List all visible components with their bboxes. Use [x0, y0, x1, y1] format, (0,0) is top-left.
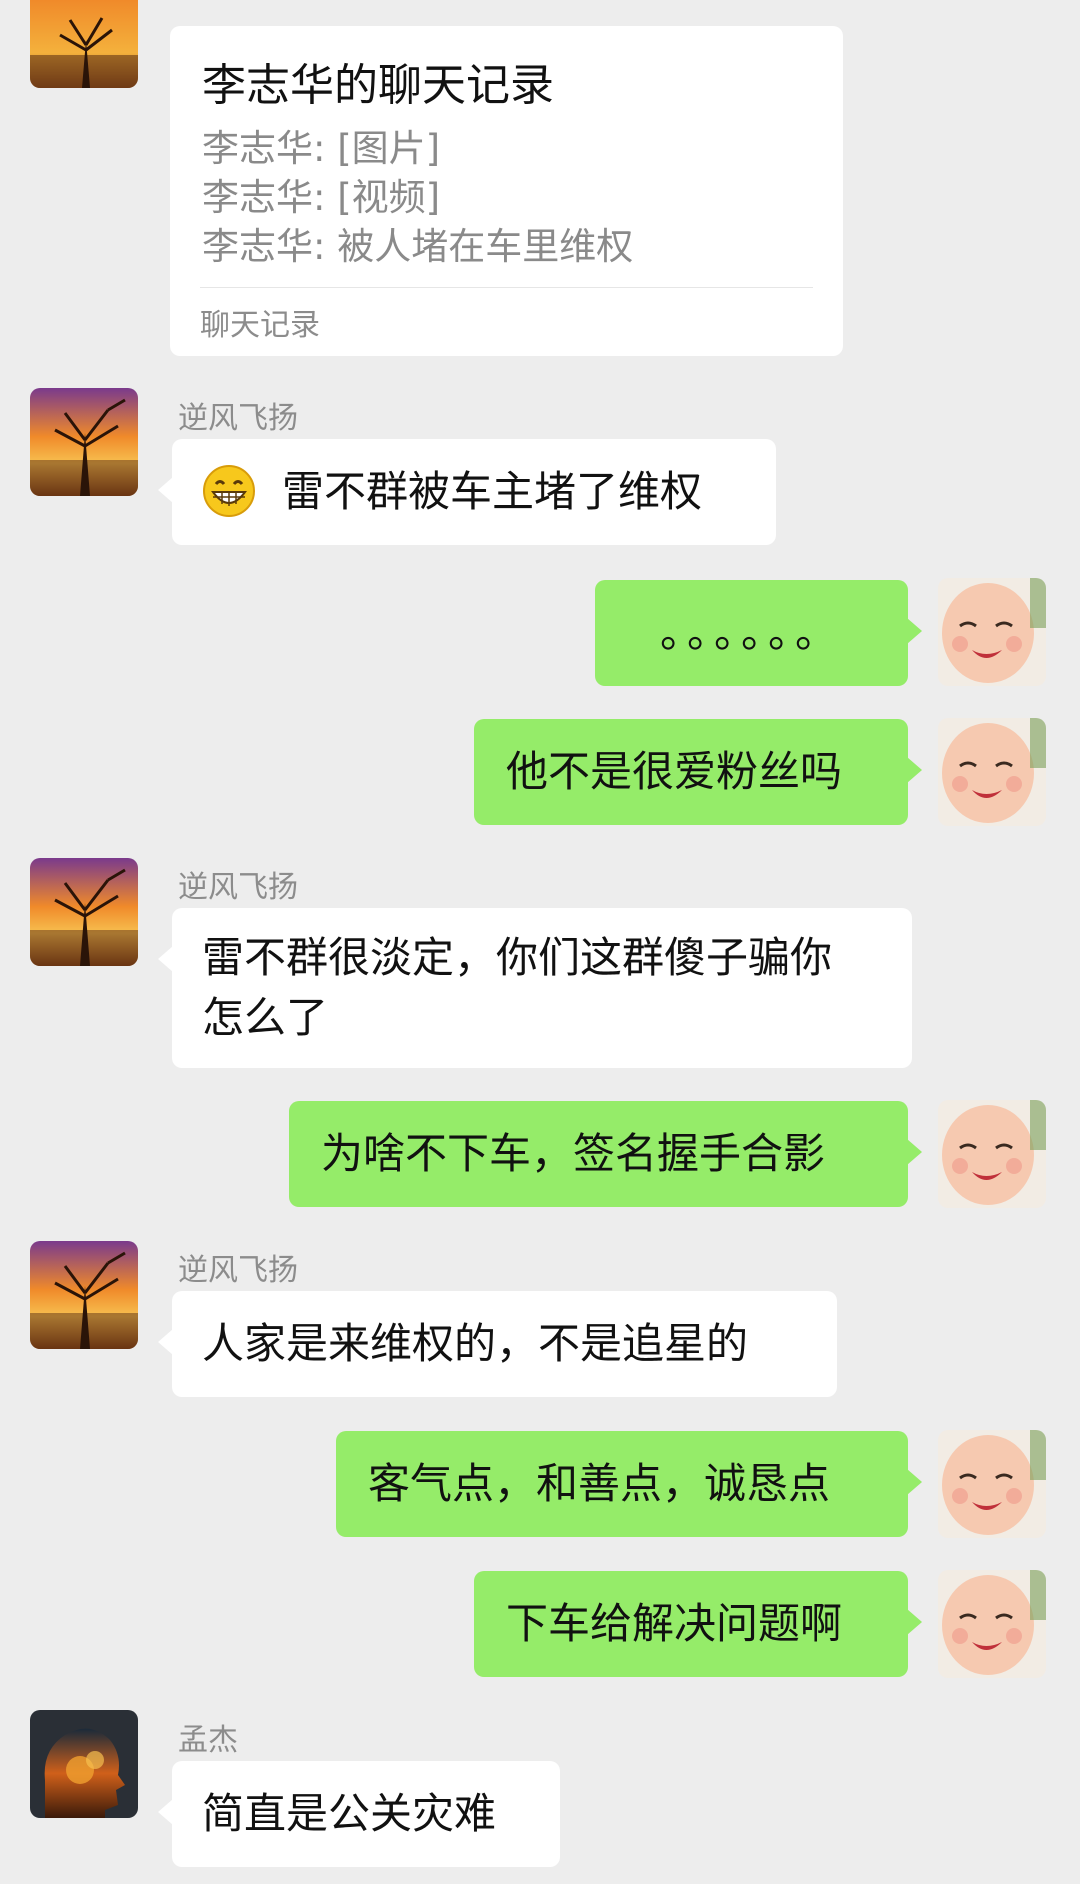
message-bubble[interactable]: 雷不群被车主堵了维权	[158, 439, 776, 545]
sunset-tree-avatar-icon	[30, 388, 138, 496]
message-bubble[interactable]: 。。。。。。	[595, 580, 922, 686]
my-avatar[interactable]	[938, 578, 1046, 686]
message-text-line: 怎么了	[202, 993, 329, 1042]
sender-avatar[interactable]	[30, 1241, 138, 1349]
message-bubble[interactable]: 他不是很爱粉丝吗	[474, 719, 922, 825]
sender-name: 逆风飞扬	[178, 1253, 298, 1288]
message-bubble[interactable]: 简直是公关灾难	[158, 1761, 560, 1867]
card-footer-label: 聊天记录	[200, 308, 320, 343]
sender-name: 逆风飞扬	[178, 401, 298, 436]
sunset-tree-avatar-icon	[30, 858, 138, 966]
my-avatar[interactable]	[938, 1430, 1046, 1538]
grinning-face-icon	[202, 464, 256, 518]
message-bubble[interactable]: 下车给解决问题啊	[474, 1571, 922, 1677]
sender-name: 逆风飞扬	[178, 870, 298, 905]
baby-avatar-icon	[938, 578, 1046, 686]
forwarded-chat-record-card[interactable]: 李志华的聊天记录 李志华: [图片] 李志华: [视频] 李志华: 被人堵在车里…	[170, 26, 843, 356]
sender-avatar[interactable]	[30, 388, 138, 496]
message-text: 简直是公关灾难	[202, 1789, 497, 1838]
message-bubble[interactable]: 客气点，和善点，诚恳点	[336, 1431, 922, 1537]
sender-name: 孟杰	[178, 1723, 238, 1758]
my-avatar[interactable]	[938, 1570, 1046, 1678]
baby-avatar-icon	[938, 1570, 1046, 1678]
message-text: 。。。。。。	[659, 608, 843, 657]
my-avatar[interactable]	[938, 1100, 1046, 1208]
message-text-line: 雷不群很淡定，你们这群傻子骗你	[202, 933, 833, 982]
message-text: 下车给解决问题啊	[506, 1599, 843, 1648]
baby-avatar-icon	[938, 1430, 1046, 1538]
message-bubble[interactable]: 为啥不下车，签名握手合影	[289, 1101, 922, 1207]
card-title: 李志华的聊天记录	[202, 60, 554, 111]
message-bubble[interactable]: 人家是来维权的，不是追星的	[158, 1291, 837, 1397]
card-preview-line: 李志华: 被人堵在车里维权	[202, 225, 634, 268]
message-text: 为啥不下车，签名握手合影	[321, 1129, 826, 1178]
card-preview-line: 李志华: [视频]	[202, 176, 441, 219]
card-preview-line: 李志华: [图片]	[202, 127, 441, 170]
my-avatar[interactable]	[938, 718, 1046, 826]
sender-avatar[interactable]	[30, 858, 138, 966]
sender-avatar[interactable]	[30, 1710, 138, 1818]
message-text: 人家是来维权的，不是追星的	[202, 1319, 749, 1368]
sunset-tree-avatar-icon	[30, 1241, 138, 1349]
message-bubble[interactable]: 雷不群很淡定，你们这群傻子骗你 怎么了	[158, 908, 912, 1068]
sender-avatar[interactable]	[30, 0, 138, 88]
silhouette-fire-avatar-icon	[30, 1710, 138, 1818]
baby-avatar-icon	[938, 718, 1046, 826]
message-text: 雷不群被车主堵了维权	[282, 467, 703, 516]
message-text: 他不是很爱粉丝吗	[506, 747, 843, 796]
sunset-tree-avatar-icon	[30, 0, 138, 88]
baby-avatar-icon	[938, 1100, 1046, 1208]
message-text: 客气点，和善点，诚恳点	[368, 1459, 831, 1508]
